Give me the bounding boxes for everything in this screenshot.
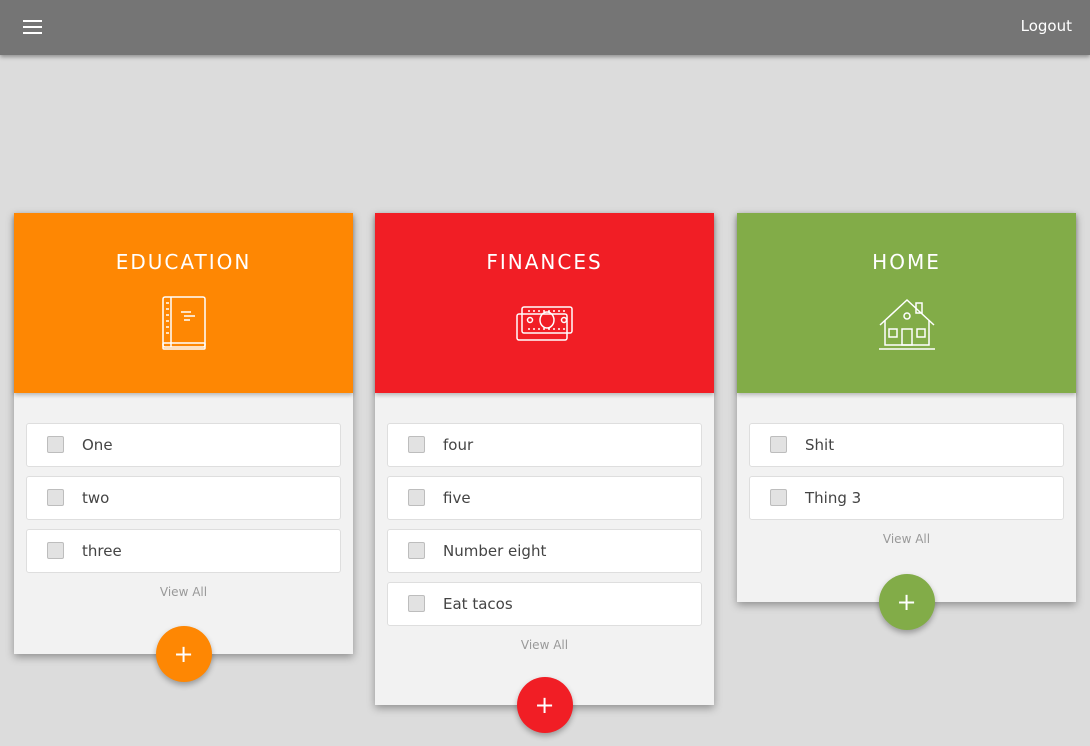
add-todo-button[interactable]: +: [155, 626, 212, 682]
todo-item[interactable]: five: [387, 476, 702, 520]
view-all-link[interactable]: View All: [26, 582, 341, 599]
todo-item[interactable]: four: [387, 423, 702, 467]
todo-checkbox[interactable]: [408, 595, 425, 612]
todo-item[interactable]: Shit: [749, 423, 1064, 467]
card-header: HOME: [737, 213, 1076, 393]
todo-label: One: [82, 436, 113, 454]
todo-label: four: [443, 436, 474, 454]
view-all-link[interactable]: View All: [749, 529, 1064, 546]
category-card-home: HOME Shit Thing 3 View All +: [737, 213, 1076, 630]
todo-checkbox[interactable]: [770, 489, 787, 506]
todo-list: Shit Thing 3 View All: [737, 393, 1076, 546]
logout-button[interactable]: Logout: [1021, 17, 1072, 35]
todo-label: Shit: [805, 436, 835, 454]
add-todo-button[interactable]: +: [516, 677, 573, 733]
card-title: EDUCATION: [115, 250, 252, 274]
todo-list: One two three View All: [14, 393, 353, 599]
category-card-education: EDUCATION One two three View All +: [14, 213, 353, 682]
todo-label: Eat tacos: [443, 595, 513, 613]
hamburger-icon[interactable]: [16, 13, 50, 41]
todo-label: Number eight: [443, 542, 547, 560]
book-icon: [161, 296, 206, 350]
card-title: HOME: [872, 250, 941, 274]
view-all-link[interactable]: View All: [387, 635, 702, 652]
card-header: EDUCATION: [14, 213, 353, 393]
app-bar: Logout: [0, 0, 1090, 55]
todo-checkbox[interactable]: [770, 436, 787, 453]
category-card-finances: FINANCES four five Number eight Eat taco…: [375, 213, 714, 733]
money-icon: [515, 306, 573, 341]
todo-item[interactable]: One: [26, 423, 341, 467]
todo-label: five: [443, 489, 471, 507]
todo-label: two: [82, 489, 110, 507]
todo-checkbox[interactable]: [47, 436, 64, 453]
todo-checkbox[interactable]: [47, 489, 64, 506]
card-title: FINANCES: [486, 250, 603, 274]
todo-item[interactable]: Eat tacos: [387, 582, 702, 626]
todo-item[interactable]: Number eight: [387, 529, 702, 573]
todo-checkbox[interactable]: [408, 436, 425, 453]
house-icon: [878, 298, 935, 350]
add-todo-button[interactable]: +: [878, 574, 935, 630]
todo-item[interactable]: Thing 3: [749, 476, 1064, 520]
todo-item[interactable]: three: [26, 529, 341, 573]
todo-label: Thing 3: [805, 489, 862, 507]
todo-label: three: [82, 542, 122, 560]
todo-item[interactable]: two: [26, 476, 341, 520]
todo-list: four five Number eight Eat tacos View Al…: [375, 393, 714, 652]
todo-checkbox[interactable]: [408, 489, 425, 506]
card-header: FINANCES: [375, 213, 714, 393]
todo-checkbox[interactable]: [408, 542, 425, 559]
todo-checkbox[interactable]: [47, 542, 64, 559]
